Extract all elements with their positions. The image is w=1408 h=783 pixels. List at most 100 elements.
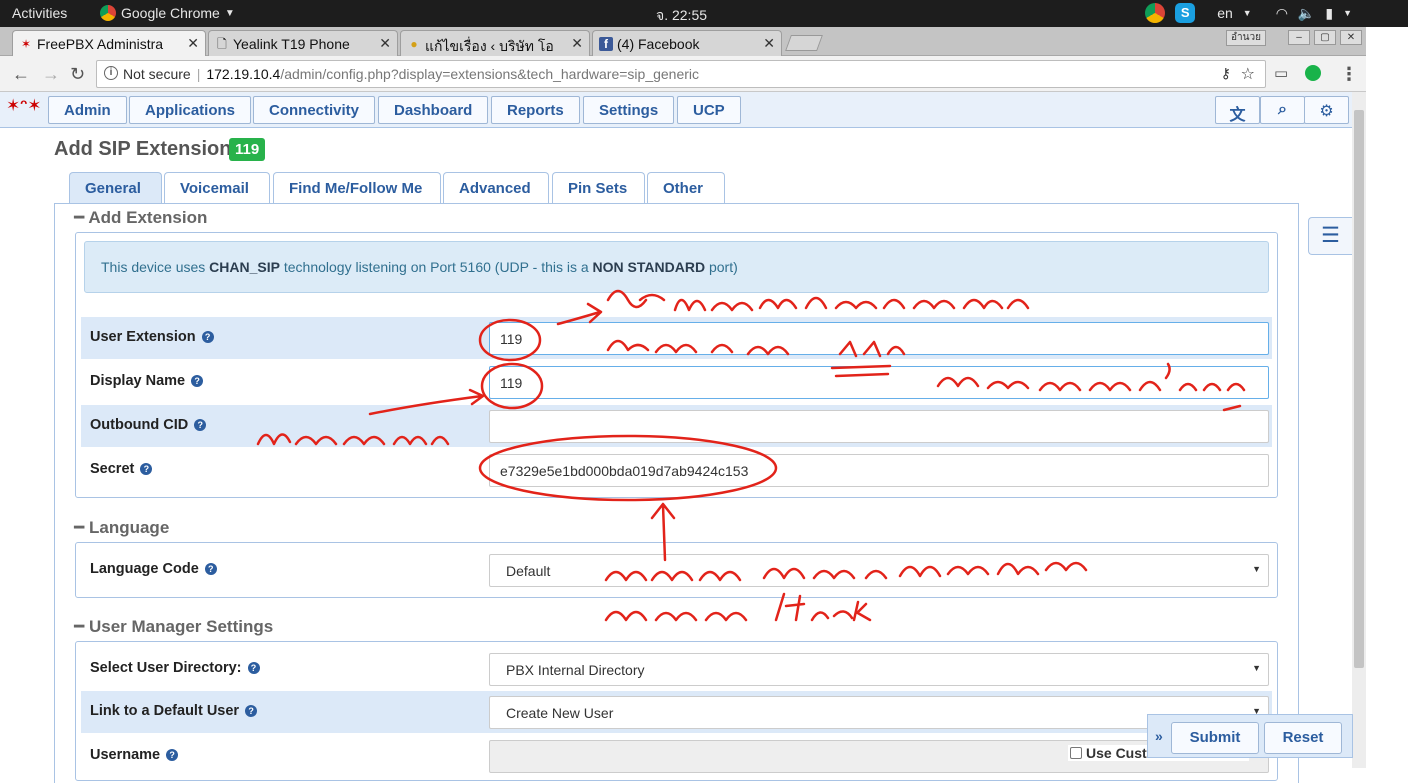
- chevron-down-icon: ▼: [224, 7, 235, 19]
- close-icon[interactable]: ✕: [763, 35, 775, 52]
- reload-icon[interactable]: ↻: [70, 64, 85, 85]
- extension-chat-icon[interactable]: ▭: [1274, 64, 1288, 82]
- forward-icon[interactable]: →: [42, 64, 60, 85]
- collapse-icon: ━: [74, 518, 85, 537]
- info-icon[interactable]: i: [104, 66, 118, 80]
- field-label: Outbound CID?: [90, 417, 207, 433]
- freepbx-favicon: ✶: [20, 37, 32, 51]
- nav-ucp[interactable]: UCP: [677, 96, 741, 124]
- alert-non-standard: NON STANDARD: [592, 259, 706, 275]
- chrome-tray-icon[interactable]: [1145, 3, 1166, 23]
- help-icon[interactable]: ?: [247, 662, 260, 674]
- close-icon[interactable]: ✕: [571, 35, 583, 52]
- help-icon[interactable]: ?: [191, 375, 204, 387]
- display-name-input[interactable]: 119: [489, 366, 1269, 399]
- secret-input[interactable]: e7329e5e1bd000bda019d7ab9424c153: [489, 454, 1269, 487]
- tab-pin-sets[interactable]: Pin Sets: [552, 172, 645, 204]
- tab-advanced[interactable]: Advanced: [443, 172, 549, 204]
- double-chevron-icon[interactable]: »: [1155, 728, 1163, 744]
- star-icon[interactable]: ☆: [1241, 64, 1255, 84]
- extension-badge: 119: [229, 138, 266, 161]
- help-icon[interactable]: ?: [140, 463, 153, 475]
- help-icon[interactable]: ?: [194, 419, 207, 431]
- section-toggle-user-manager[interactable]: ━ User Manager Settings: [74, 617, 273, 637]
- alert-text: technology listening on Port 5160 (UDP -…: [283, 259, 589, 275]
- browser-tab-yealink[interactable]: 🗋 Yealink T19 Phone ✕: [208, 30, 398, 56]
- submit-button[interactable]: Submit: [1171, 722, 1259, 754]
- minimize-button[interactable]: –: [1288, 30, 1310, 45]
- close-icon[interactable]: ✕: [379, 35, 391, 52]
- line-extension-icon[interactable]: [1305, 65, 1321, 81]
- browser-tab-edit-post[interactable]: ● แก้ไขเรื่อง ‹ บริษัท โอ ✕: [400, 30, 590, 56]
- user-extension-input[interactable]: 119: [489, 322, 1269, 355]
- address-bar[interactable]: i Not secure | 172.19.10.4/admin/config.ph…: [96, 60, 1266, 88]
- nav-connectivity[interactable]: Connectivity: [253, 96, 376, 124]
- maximize-button[interactable]: ▢: [1314, 30, 1336, 45]
- url-separator: |: [196, 66, 201, 82]
- section-title: Add Extension: [88, 208, 208, 227]
- user-directory-select[interactable]: PBX Internal Directory ▼: [489, 653, 1269, 686]
- close-window-button[interactable]: ✕: [1340, 30, 1362, 45]
- field-label: Select User Directory:?: [90, 660, 260, 676]
- nav-reports[interactable]: Reports: [491, 96, 580, 124]
- close-icon[interactable]: ✕: [187, 35, 199, 52]
- browser-tab-strip: ✶ FreePBX Administra ✕ 🗋 Yealink T19 Pho…: [0, 27, 1366, 56]
- row-username: Username? Use Custom Username: [81, 735, 1272, 777]
- help-icon[interactable]: ?: [204, 563, 217, 575]
- scrollbar-thumb[interactable]: [1354, 110, 1364, 668]
- app-menu[interactable]: Google Chrome ▼: [100, 5, 235, 21]
- volume-icon[interactable]: 🔈: [1298, 5, 1315, 22]
- row-outbound-cid: Outbound CID?: [81, 405, 1272, 447]
- row-secret: Secret? e7329e5e1bd000bda019d7ab9424c153: [81, 449, 1272, 491]
- reset-button[interactable]: Reset: [1264, 722, 1342, 754]
- gear-icon[interactable]: ⚙: [1304, 96, 1349, 124]
- url-host: 172.19.10.4: [206, 66, 281, 82]
- browser-tab-freepbx[interactable]: ✶ FreePBX Administra ✕: [12, 30, 206, 56]
- freepbx-navbar: ✶ᵔ✶ Admin Applications Connectivity Dash…: [0, 92, 1352, 128]
- back-icon[interactable]: ←: [12, 64, 30, 85]
- help-icon[interactable]: ?: [166, 749, 179, 761]
- browser-tab-facebook[interactable]: f (4) Facebook ✕: [592, 30, 782, 56]
- section-title: Language: [88, 518, 170, 537]
- help-icon[interactable]: ?: [245, 705, 258, 717]
- freepbx-logo[interactable]: ✶ᵔ✶: [6, 96, 42, 122]
- nav-dashboard[interactable]: Dashboard: [378, 96, 489, 124]
- clock[interactable]: จ. 22:55: [656, 5, 707, 27]
- app-menu-label: Google Chrome: [121, 5, 220, 21]
- tab-other[interactable]: Other: [647, 172, 725, 204]
- alert-tech: CHAN_SIP: [209, 259, 280, 275]
- menu-icon[interactable]: ⋮: [1340, 64, 1358, 85]
- tab-voicemail[interactable]: Voicemail: [164, 172, 270, 204]
- input-value: e7329e5e1bd000bda019d7ab9424c153: [500, 463, 749, 479]
- custom-username-checkbox[interactable]: [1070, 747, 1082, 759]
- skype-tray-icon[interactable]: S: [1175, 3, 1196, 23]
- keyboard-language[interactable]: en: [1217, 5, 1233, 21]
- search-icon[interactable]: ⌕: [1260, 96, 1305, 124]
- outbound-cid-input[interactable]: [489, 410, 1269, 443]
- tab-find-me-follow-me[interactable]: Find Me/Follow Me: [273, 172, 441, 204]
- page-title: Add SIP Extension: [54, 138, 232, 160]
- nav-applications[interactable]: Applications: [129, 96, 252, 124]
- help-icon[interactable]: ?: [201, 331, 214, 343]
- key-icon[interactable]: ⚷: [1221, 65, 1231, 82]
- activities-button[interactable]: Activities: [12, 5, 67, 21]
- row-display-name: Display Name? 119: [81, 361, 1272, 403]
- section-toggle-language[interactable]: ━ Language: [74, 518, 169, 538]
- page-scrollbar[interactable]: [1352, 92, 1366, 768]
- new-tab-button[interactable]: [785, 35, 823, 51]
- desktop-background: [1366, 27, 1408, 768]
- row-user-directory: Select User Directory:? PBX Internal Dir…: [81, 648, 1272, 690]
- profile-button[interactable]: อำนวย: [1226, 30, 1266, 46]
- tab-general[interactable]: General: [69, 172, 162, 204]
- alert-text: This device uses: [101, 259, 206, 275]
- section-toggle-add-extension[interactable]: ━ Add Extension: [74, 208, 207, 228]
- field-label: User Extension?: [90, 329, 214, 345]
- language-icon[interactable]: 文: [1215, 96, 1260, 124]
- chevron-down-icon[interactable]: ▼: [1343, 8, 1352, 18]
- wifi-icon[interactable]: ◠: [1276, 5, 1288, 22]
- language-code-select[interactable]: Default ▼: [489, 554, 1269, 587]
- nav-admin[interactable]: Admin: [48, 96, 127, 124]
- battery-icon[interactable]: ▮: [1325, 5, 1333, 22]
- list-icon[interactable]: ☰: [1308, 217, 1352, 255]
- nav-settings[interactable]: Settings: [583, 96, 675, 124]
